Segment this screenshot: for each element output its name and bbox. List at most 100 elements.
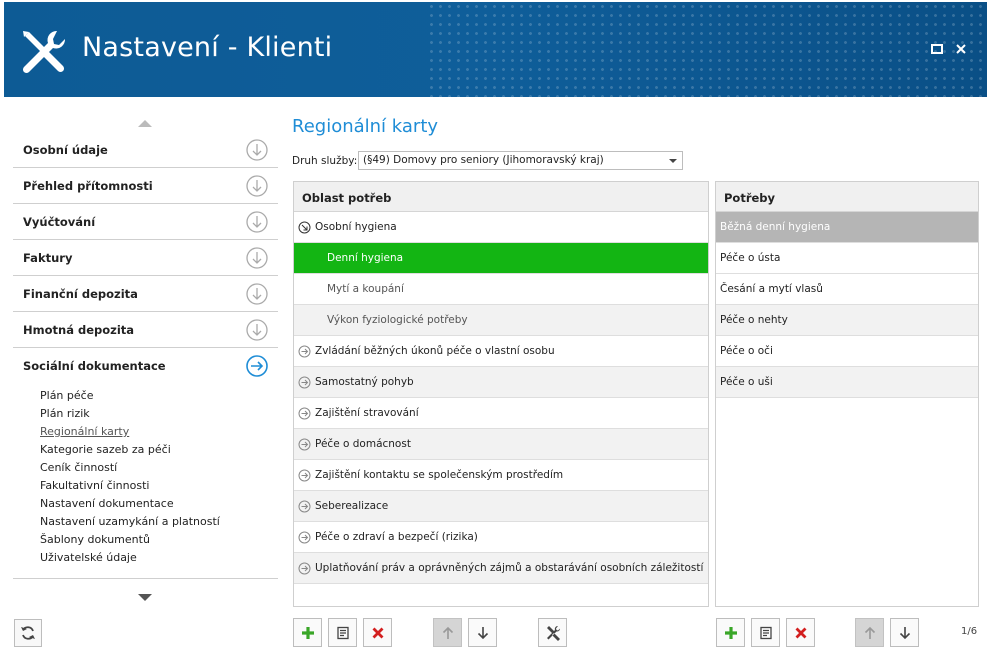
edit-oblast-button[interactable]: [328, 618, 357, 647]
maximize-icon[interactable]: [930, 42, 944, 56]
edit-document-icon: [759, 626, 772, 639]
row-label: Mytí a koupání: [327, 283, 404, 295]
druh-sluzby-select[interactable]: (§49) Domovy pro seniory (Jihomoravský k…: [358, 151, 683, 170]
page-counter: 1/6: [961, 626, 978, 637]
sidebar-item-osobni-udaje[interactable]: Osobní údaje: [13, 132, 278, 168]
sidebar-item-prehled-pritomnosti[interactable]: Přehled přítomnosti: [13, 168, 278, 204]
row-label: Česání a mytí vlasů: [720, 283, 823, 295]
sidebar-item-label: Osobní údaje: [23, 142, 108, 157]
collapsed-right-arrow-icon: [298, 531, 311, 544]
plus-icon: [301, 626, 314, 639]
row-label: Zajištění kontaktu se společenským prost…: [315, 469, 564, 481]
subitem-regionalni-karty[interactable]: Regionální karty: [40, 425, 129, 438]
subitem-cenik-cinnosti[interactable]: Ceník činností: [40, 461, 117, 474]
sidebar: Osobní údaje Přehled přítomnosti Vyúčtov…: [13, 110, 278, 610]
close-icon[interactable]: [954, 42, 968, 56]
delete-oblast-button[interactable]: [363, 618, 392, 647]
collapsed-right-arrow-icon: [298, 345, 311, 358]
delete-potreba-button[interactable]: [786, 618, 815, 647]
row-label: Péče o zdraví a bezpečí (rizika): [315, 531, 478, 543]
subitem-plan-pece[interactable]: Plán péče: [40, 389, 93, 402]
settings-oblast-button[interactable]: [538, 618, 567, 647]
subitem-nastaveni-dokumentace[interactable]: Nastavení dokumentace: [40, 497, 174, 510]
table-row[interactable]: Samostatný pohyb: [294, 367, 708, 398]
refresh-icon: [21, 626, 35, 640]
sidebar-item-faktury[interactable]: Faktury: [13, 240, 278, 276]
row-label: Zajištění stravování: [315, 407, 419, 419]
sidebar-item-label: Faktury: [23, 250, 73, 265]
title-bar: Nastavení - Klienti: [4, 2, 987, 97]
subitem-fakultativni-cinnosti[interactable]: Fakultativní činnosti: [40, 479, 149, 492]
add-oblast-button[interactable]: [293, 618, 322, 647]
edit-potreba-button[interactable]: [751, 618, 780, 647]
sidebar-item-hmotna-depozita[interactable]: Hmotná depozita: [13, 312, 278, 348]
collapsed-right-arrow-icon: [298, 469, 311, 482]
row-label: Péče o nehty: [720, 314, 788, 326]
table-row[interactable]: Péče o domácnost: [294, 429, 708, 460]
row-label: Běžná denní hygiena: [720, 221, 831, 233]
table-row[interactable]: Zajištění kontaktu se společenským prost…: [294, 460, 708, 491]
window-title: Nastavení - Klienti: [82, 32, 333, 63]
table-row[interactable]: Denní hygiena: [294, 243, 708, 274]
sidebar-item-vyuctovani[interactable]: Vyúčtování: [13, 204, 278, 240]
move-down-oblast-button[interactable]: [468, 618, 497, 647]
table-row[interactable]: Péče o ústa: [716, 243, 978, 274]
chevron-down-icon: [669, 159, 677, 163]
sidebar-item-socialni-dokumentace[interactable]: Sociální dokumentace: [13, 348, 278, 384]
expand-down-icon: [246, 139, 268, 161]
column-header: Oblast potřeb: [294, 182, 708, 212]
table-row[interactable]: Zvládání běžných úkonů péče o vlastní os…: [294, 336, 708, 367]
collapsed-right-arrow-icon: [298, 500, 311, 513]
table-row[interactable]: Seberealizace: [294, 491, 708, 522]
collapsed-right-arrow-icon: [298, 562, 311, 575]
sidebar-item-label: Hmotná depozita: [23, 322, 135, 337]
table-row[interactable]: Běžná denní hygiena: [716, 212, 978, 243]
row-label: Samostatný pohyb: [315, 376, 414, 388]
add-potreba-button[interactable]: [716, 618, 745, 647]
subitem-uzivatelske-udaje[interactable]: Uživatelské údaje: [40, 551, 137, 564]
divider: [13, 578, 278, 579]
expand-down-icon: [246, 211, 268, 233]
expand-down-icon: [246, 247, 268, 269]
scroll-up-icon[interactable]: [138, 120, 152, 127]
scroll-down-icon[interactable]: [138, 594, 152, 601]
tools-icon: [22, 30, 66, 74]
collapsed-right-arrow-icon: [298, 407, 311, 420]
subitem-plan-rizik[interactable]: Plán rizik: [40, 407, 90, 420]
plus-icon: [724, 626, 737, 639]
subitem-nastaveni-uzamykani[interactable]: Nastavení uzamykání a platností: [40, 515, 220, 528]
page-title: Regionální karty: [292, 116, 439, 137]
header-pattern: [427, 2, 987, 97]
delete-icon: [372, 627, 383, 638]
move-down-potreba-button[interactable]: [890, 618, 919, 647]
table-row[interactable]: Výkon fyziologické potřeby: [294, 305, 708, 336]
table-row[interactable]: Mytí a koupání: [294, 274, 708, 305]
arrow-down-icon: [477, 626, 488, 639]
sidebar-item-label: Finanční depozita: [23, 286, 138, 301]
expand-down-icon: [246, 283, 268, 305]
table-row[interactable]: Zajištění stravování: [294, 398, 708, 429]
druh-sluzby-label: Druh služby:: [292, 155, 358, 167]
tools-icon: [546, 625, 560, 641]
move-up-potreba-button[interactable]: [855, 618, 884, 647]
table-row[interactable]: Péče o oči: [716, 336, 978, 367]
delete-icon: [795, 627, 806, 638]
table-row[interactable]: Péče o uši: [716, 367, 978, 398]
sidebar-item-financni-depozita[interactable]: Finanční depozita: [13, 276, 278, 312]
expand-down-icon: [246, 175, 268, 197]
table-row[interactable]: Péče o nehty: [716, 305, 978, 336]
table-row[interactable]: Uplatňování práv a oprávněných zájmů a o…: [294, 553, 708, 584]
row-label: Uplatňování práv a oprávněných zájmů a o…: [315, 562, 704, 574]
expanded-down-arrow-icon: [298, 221, 311, 234]
table-row[interactable]: Česání a mytí vlasů: [716, 274, 978, 305]
refresh-button[interactable]: [14, 619, 42, 647]
row-label: Denní hygiena: [327, 252, 404, 264]
table-row[interactable]: Osobní hygiena: [294, 212, 708, 243]
sidebar-item-label: Přehled přítomnosti: [23, 178, 153, 193]
move-up-oblast-button[interactable]: [433, 618, 462, 647]
subitem-kategorie-sazeb[interactable]: Kategorie sazeb za péči: [40, 443, 171, 456]
subitem-sablony-dokumentu[interactable]: Šablony dokumentů: [40, 533, 150, 546]
table-row[interactable]: Péče o zdraví a bezpečí (rizika): [294, 522, 708, 553]
select-value: (§49) Domovy pro seniory (Jihomoravský k…: [363, 154, 604, 166]
edit-document-icon: [336, 626, 349, 639]
